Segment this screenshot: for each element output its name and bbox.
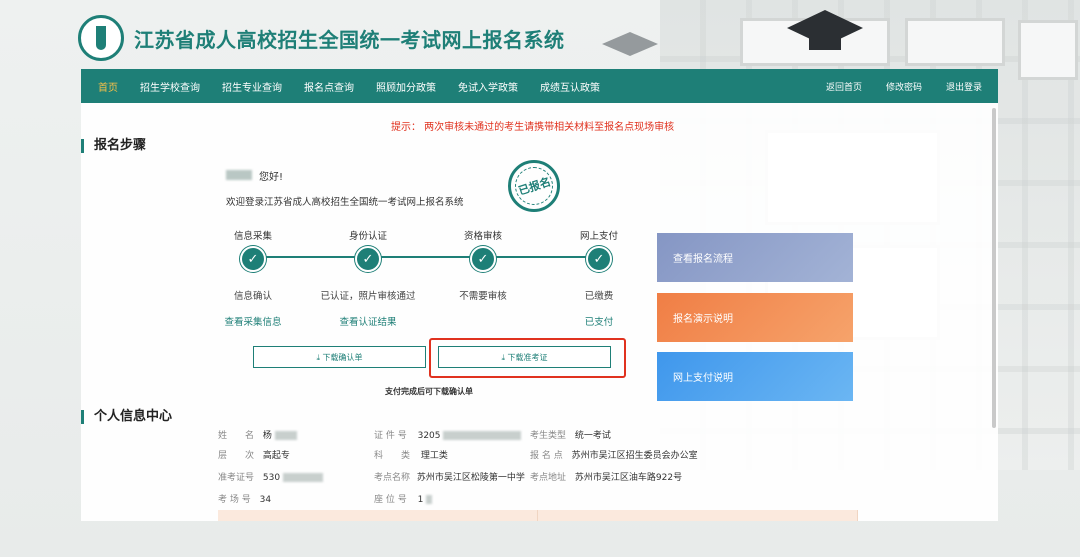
step-status: 不需要审核 [459, 291, 507, 302]
site-label: 报 名 点 [530, 451, 563, 461]
background-window [905, 18, 1005, 66]
room-value: 34 [259, 495, 272, 505]
room-field: 考 场 号 34 [218, 492, 271, 505]
step-label: 资格审核 [463, 231, 502, 242]
nav-logout[interactable]: 退出登录 [934, 80, 998, 93]
exam-address-field: 考点地址 苏州市吴江区油车路922号 [530, 470, 682, 483]
view-collected-info-link[interactable]: 查看采集信息 [203, 314, 303, 328]
exam-addr-value: 苏州市吴江区油车路922号 [574, 473, 683, 483]
nav-school-query[interactable]: 招生学校查询 [129, 79, 211, 94]
seat-label: 座 位 号 [374, 495, 407, 505]
nav-exempt-policy[interactable]: 免试入学政策 [447, 79, 529, 94]
check-icon: ✓ [470, 246, 496, 272]
download-confirmation-button[interactable]: ⤓ 下载确认单 [253, 346, 426, 368]
step-label: 信息采集 [233, 231, 272, 242]
registration-demo-card[interactable]: 报名演示说明 [657, 293, 853, 342]
type-label: 考生类型 [530, 431, 567, 441]
info-section-title: 个人信息中心 [81, 410, 172, 424]
id-label: 证 件 号 [374, 431, 407, 441]
level-label: 层 次 [218, 451, 255, 461]
redacted [282, 473, 323, 482]
steps-progress-line [253, 256, 599, 258]
stamp-text: 已报名 [516, 175, 552, 198]
redacted [426, 495, 433, 504]
candidate-type-field: 考生类型 统一考试 [530, 428, 611, 441]
site-title: 江苏省成人高校招生全国统一考试网上报名系统 [134, 27, 565, 52]
redacted [443, 431, 522, 440]
notice-hint: 提示： 两次审核未通过的考生请携带相关材料至报名点现场审核 [391, 122, 675, 133]
view-auth-result-link[interactable]: 查看认证结果 [318, 314, 418, 328]
online-payment-guide-card[interactable]: 网上支付说明 [657, 352, 853, 401]
exam-point-field: 考点名称 苏州市吴江区松陵第一中学 [374, 470, 525, 483]
ticket-label: 准考证号 [218, 473, 255, 483]
site-value: 苏州市吴江区招生委员会办公室 [571, 451, 698, 461]
step-status: 信息确认 [233, 291, 272, 302]
step-identity-auth: 身份认证 ✓ 已认证，照片审核通过 查看认证结果 [318, 228, 418, 328]
exam-addr-label: 考点地址 [530, 473, 567, 483]
main-nav: 首页 招生学校查询 招生专业查询 报名点查询 照顾加分政策 免试入学政策 成绩互… [81, 69, 998, 103]
table-header-cell [538, 510, 858, 521]
highlight-box [429, 338, 626, 378]
step-online-payment: 网上支付 ✓ 已缴费 已支付 [549, 228, 649, 328]
type-value: 统一考试 [574, 431, 611, 441]
room-label: 考 场 号 [218, 495, 251, 505]
redacted [274, 431, 297, 440]
nav-home[interactable]: 首页 [87, 79, 129, 94]
registered-stamp: 已报名 [508, 160, 560, 212]
ticket-number-field: 准考证号 530 [218, 470, 323, 483]
seat-value: 1 [417, 495, 424, 505]
step-status: 已缴费 [584, 291, 614, 302]
level-value: 高起专 [262, 451, 290, 461]
id-field: 证 件 号 3205 [374, 428, 522, 441]
nav-site-query[interactable]: 报名点查询 [293, 79, 365, 94]
background-window [1018, 20, 1078, 80]
subject-value: 理工类 [420, 451, 448, 461]
table-header-cell [218, 510, 538, 521]
subject-label: 科 类 [374, 451, 411, 461]
greeting: 您好! [259, 172, 284, 183]
user-name-redacted [226, 170, 252, 180]
site-header: 江苏省成人高校招生全国统一考试网上报名系统 [78, 8, 638, 68]
step-info-collection: 信息采集 ✓ 信息确认 查看采集信息 [203, 228, 303, 328]
seat-field: 座 位 号 1 [374, 492, 433, 505]
step-label: 身份认证 [348, 231, 387, 242]
logo-icon [78, 15, 124, 61]
step-qualification-review: 资格审核 ✓ 不需要审核 [433, 228, 533, 302]
name-value: 杨 [262, 431, 272, 441]
scrollbar[interactable] [992, 108, 996, 428]
exam-point-value: 苏州市吴江区松陵第一中学 [416, 473, 525, 483]
graduation-cap-icon [787, 10, 863, 50]
check-icon: ✓ [586, 246, 612, 272]
level-field: 层 次 高起专 [218, 448, 290, 461]
nav-back-home[interactable]: 返回首页 [814, 80, 874, 93]
subject-field: 科 类 理工类 [374, 448, 448, 461]
nav-change-password[interactable]: 修改密码 [874, 80, 934, 93]
ticket-value: 530 [262, 473, 281, 483]
nav-bonus-policy[interactable]: 照顾加分政策 [365, 79, 447, 94]
name-field: 姓 名 杨 [218, 428, 297, 441]
paid-link[interactable]: 已支付 [549, 314, 649, 328]
name-label: 姓 名 [218, 431, 255, 441]
registration-site-field: 报 名 点 苏州市吴江区招生委员会办公室 [530, 448, 698, 461]
exam-point-label: 考点名称 [374, 473, 411, 483]
check-icon: ✓ [240, 246, 266, 272]
nav-score-policy[interactable]: 成绩互认政策 [529, 79, 611, 94]
step-label: 网上支付 [579, 231, 618, 242]
steps-section-title: 报名步骤 [81, 139, 146, 153]
nav-major-query[interactable]: 招生专业查询 [211, 79, 293, 94]
welcome-message: 欢迎登录江苏省成人高校招生全国统一考试网上报名系统 [226, 197, 464, 208]
info-table-header [218, 510, 858, 521]
id-value: 3205 [417, 431, 441, 441]
check-icon: ✓ [355, 246, 381, 272]
view-registration-process-card[interactable]: 查看报名流程 [657, 233, 853, 282]
payment-note: 支付完成后可下载确认单 [385, 387, 473, 396]
step-status: 已认证，照片审核通过 [320, 291, 416, 302]
